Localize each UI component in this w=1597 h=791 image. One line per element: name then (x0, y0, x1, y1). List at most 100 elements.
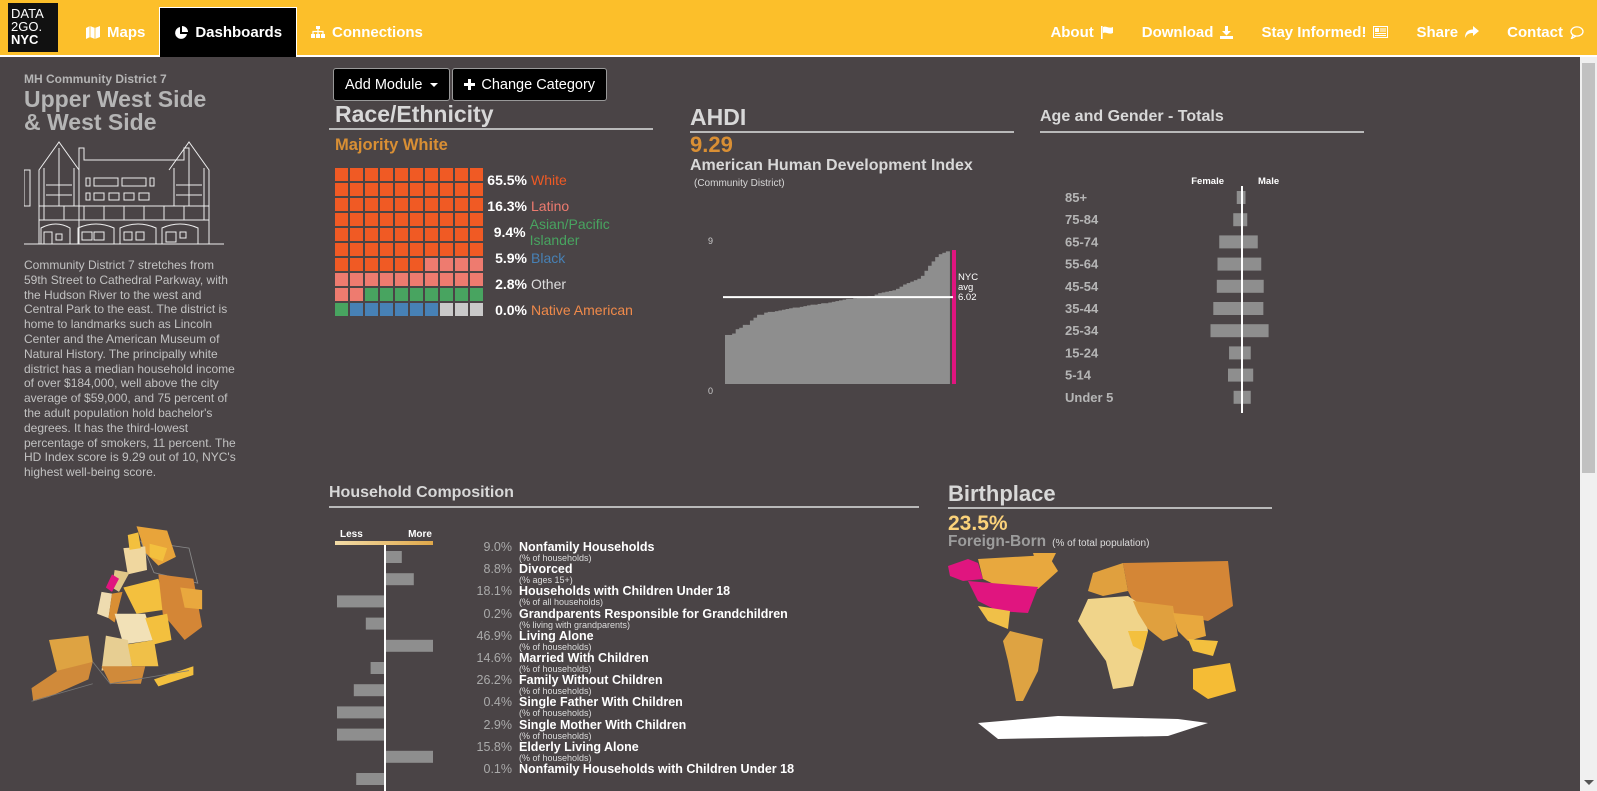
waffle-square (470, 243, 483, 256)
nav-about[interactable]: About (1035, 7, 1126, 57)
waffle-square (395, 183, 408, 196)
nav-share[interactable]: Share (1401, 7, 1492, 57)
waffle-square (470, 198, 483, 211)
scroll-down-arrow-icon[interactable] (1584, 780, 1594, 785)
scrollbar-thumb[interactable] (1582, 63, 1595, 473)
household-comparison-bar (385, 551, 402, 563)
download-icon (1220, 25, 1234, 39)
waffle-square (380, 243, 393, 256)
page-scrollbar[interactable] (1580, 57, 1597, 791)
change-category-button[interactable]: Change Category (452, 68, 608, 101)
ahdi-module: AHDI 9.29 American Human Development Ind… (690, 104, 1014, 396)
district-description: Community District 7 stretches from 59th… (24, 258, 236, 480)
waffle-square (380, 183, 393, 196)
waffle-square (410, 213, 423, 226)
household-pct: 0.2% (483, 606, 513, 621)
waffle-square (365, 228, 378, 241)
household-label: Married With Children (519, 650, 649, 665)
district-sidebar: MH Community District 7 Upper West Side … (23, 72, 239, 480)
add-module-label: Add Module (345, 76, 423, 93)
waffle-square (410, 183, 423, 196)
nav-dashboards[interactable]: Dashboards (159, 7, 298, 57)
male-bar (1242, 235, 1258, 249)
household-comparison-bar (385, 639, 433, 652)
nav-stay-informed[interactable]: Stay Informed! (1246, 7, 1401, 57)
nav-connections[interactable]: Connections (297, 7, 437, 57)
household-comparison-bar (370, 662, 385, 674)
foreign-born-value: 23.5% (948, 512, 1008, 535)
ahdi-bar (871, 296, 876, 384)
ahdi-bar (814, 304, 819, 384)
nav-stay-informed-label: Stay Informed! (1261, 23, 1367, 41)
nav-right-group: About Download Stay Informed! Share Cont… (1035, 7, 1597, 57)
foreign-born-label: Foreign-Born (% of total population) (948, 534, 1272, 552)
race-pct: 9.4% (493, 224, 526, 240)
ahdi-bar (725, 334, 730, 384)
female-label: Female (1191, 176, 1224, 187)
dashboard-toolbar: Add Module Change Category (333, 68, 608, 101)
ahdi-bar (853, 298, 858, 384)
ahdi-bar (785, 309, 790, 384)
race-label: Latino (531, 198, 570, 214)
ahdi-bar (771, 311, 776, 384)
household-comparison-bars (337, 545, 433, 791)
ahdi-bar (742, 324, 747, 384)
waffle-square (395, 303, 408, 316)
race-legend-row: 5.9% Black (485, 245, 659, 271)
nav-contact[interactable]: Contact (1492, 7, 1597, 57)
waffle-square (350, 228, 363, 241)
race-legend-row: 65.5% White (485, 167, 659, 193)
female-bar (1217, 257, 1242, 271)
age-group-label: Under 5 (1065, 390, 1113, 405)
ahdi-bar (749, 320, 754, 384)
add-module-button[interactable]: Add Module (333, 68, 451, 101)
waffle-square (425, 273, 438, 286)
waffle-square (470, 168, 483, 181)
world-birthplace-map[interactable] (938, 551, 1238, 741)
ahdi-bar (842, 299, 847, 384)
waffle-square (470, 183, 483, 196)
nav-download-label: Download (1141, 23, 1214, 41)
waffle-square (365, 288, 378, 301)
waffle-square (365, 243, 378, 256)
household-list-item: 0.4% Single Father With Children (% of hou… (469, 695, 799, 718)
race-label: White (531, 172, 567, 188)
nav-download[interactable]: Download (1127, 7, 1247, 57)
household-pct: 0.1% (483, 761, 513, 776)
household-label: Nonfamily Households with Children Under… (519, 761, 795, 776)
foreign-born-note: (% of total population) (1052, 538, 1150, 549)
waffle-square (395, 168, 408, 181)
waffle-square (395, 228, 408, 241)
ahdi-bar (920, 275, 925, 384)
household-pct: 2.9% (483, 717, 513, 732)
waffle-square (380, 288, 393, 301)
plus-icon (464, 79, 476, 90)
waffle-square (335, 183, 348, 196)
waffle-square (335, 198, 348, 211)
waffle-square (455, 183, 468, 196)
age-group-label: 85+ (1065, 190, 1087, 205)
race-pct: 16.3% (487, 198, 527, 214)
pie-chart-icon (175, 25, 189, 39)
nav-maps[interactable]: Maps (72, 7, 159, 57)
nyc-community-district-map[interactable] (14, 500, 224, 710)
household-pct: 46.9% (476, 628, 512, 643)
age-gender-module: Age and Gender - Totals Female Male 85+ 75-… (1040, 108, 1364, 413)
data2go-logo[interactable]: DATA 2GO. NYC (8, 3, 58, 52)
waffle-square (350, 273, 363, 286)
race-pct: 2.8% (495, 276, 527, 292)
ahdi-bar (856, 297, 861, 384)
waffle-square (365, 198, 378, 211)
ahdi-bar (735, 329, 740, 384)
ahdi-bar (892, 290, 897, 384)
age-group-label: 45-54 (1065, 279, 1099, 294)
waffle-square (365, 168, 378, 181)
ahdi-bar (935, 257, 940, 384)
y-axis-min-label: 0 (708, 386, 713, 396)
waffle-square (410, 198, 423, 211)
household-pct: 18.1% (476, 584, 512, 599)
ahdi-bar (860, 296, 865, 384)
ahdi-full-name: American Human Development Index (690, 157, 973, 174)
waffle-square (455, 168, 468, 181)
waffle-square (395, 288, 408, 301)
